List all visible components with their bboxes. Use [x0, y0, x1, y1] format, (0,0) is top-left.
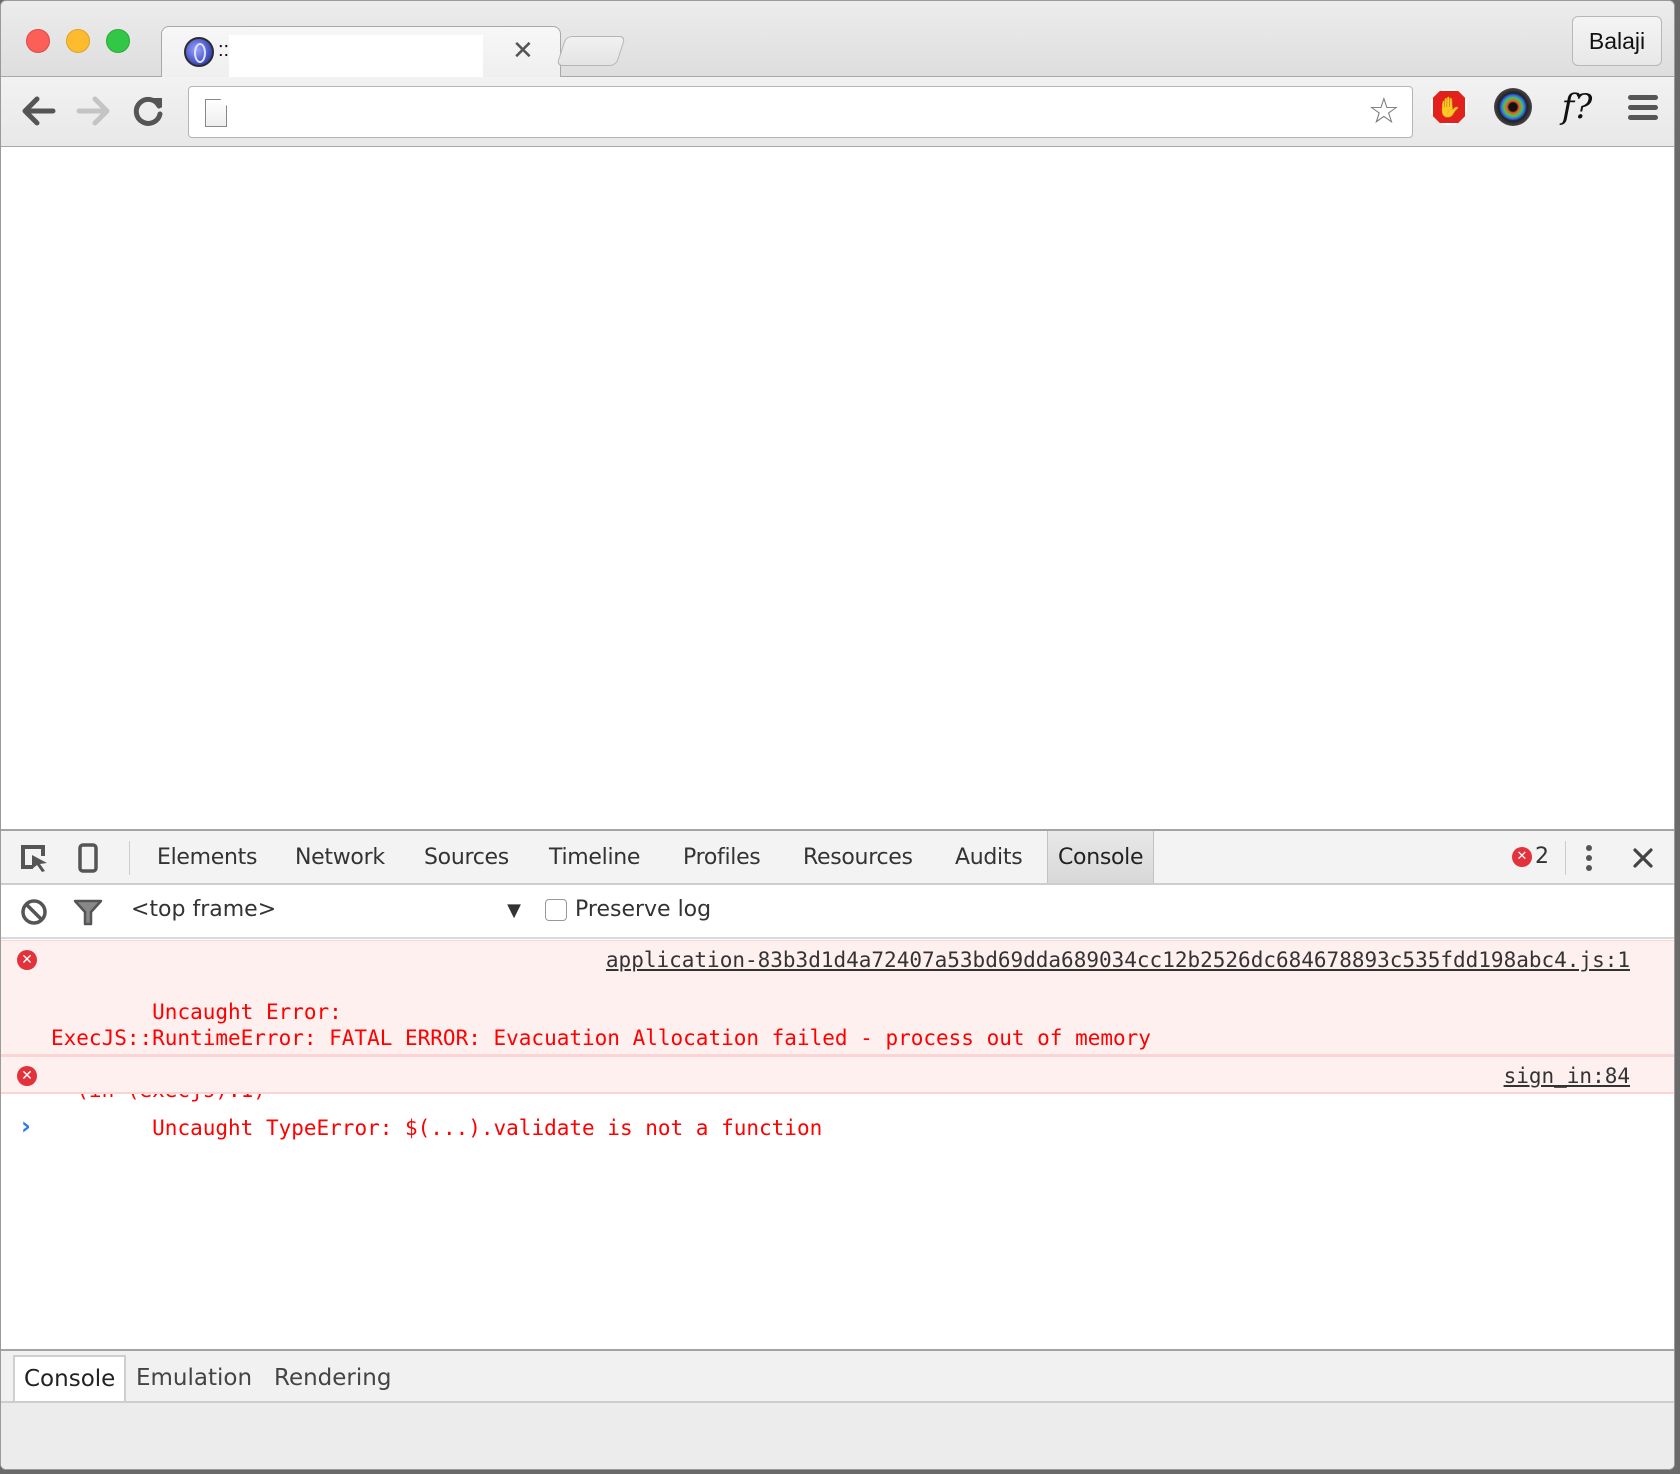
device-mode-button[interactable] — [71, 841, 105, 875]
devtools-close-button[interactable] — [1626, 841, 1660, 875]
arrow-right-icon — [76, 96, 110, 126]
tab-sources[interactable]: Sources — [414, 831, 519, 883]
frame-context-select[interactable]: <top frame> ▼ — [131, 897, 521, 922]
drawer-tab-bar: Console Emulation Rendering — [1, 1349, 1674, 1403]
hamburger-menu-icon — [1628, 94, 1658, 120]
drawer-tab-console[interactable]: Console — [13, 1355, 127, 1401]
clear-console-button[interactable] — [17, 895, 51, 929]
vertical-dots-icon — [1586, 845, 1592, 871]
profile-button[interactable]: Balaji — [1572, 16, 1662, 66]
inspect-element-button[interactable] — [17, 841, 51, 875]
clear-no-entry-icon — [21, 899, 47, 925]
browser-tab-active[interactable]: :: ✕ — [161, 26, 561, 78]
bookmark-star-icon[interactable]: ☆ — [1368, 93, 1400, 129]
tab-console[interactable]: Console — [1047, 831, 1155, 883]
window-maximize-button[interactable] — [106, 29, 130, 53]
chrome-menu-button[interactable] — [1623, 87, 1663, 127]
camera-lens-icon — [1494, 88, 1532, 126]
console-output: ✕ Uncaught Error: ExecJS::RuntimeError: … — [1, 940, 1674, 1348]
tab-title-redaction — [229, 35, 483, 77]
console-prompt-chevron-icon[interactable]: › — [21, 1112, 31, 1140]
mobile-device-icon — [78, 843, 98, 873]
drawer-tab-emulation[interactable]: Emulation — [127, 1355, 261, 1401]
tab-timeline[interactable]: Timeline — [539, 831, 650, 883]
reload-icon — [133, 96, 163, 126]
preserve-log-label: Preserve log — [575, 897, 712, 922]
preserve-log-checkbox[interactable] — [545, 898, 567, 921]
error-icon: ✕ — [1512, 846, 1532, 867]
drawer-tab-rendering[interactable]: Rendering — [265, 1355, 400, 1401]
window-minimize-button[interactable] — [66, 29, 90, 53]
page-content — [1, 148, 1674, 829]
reload-button[interactable] — [129, 91, 169, 131]
tab-network[interactable]: Network — [285, 831, 395, 883]
formula-icon: f? — [1561, 87, 1593, 127]
adblock-hand-icon: ✋ — [1431, 89, 1467, 125]
filter-button[interactable] — [71, 895, 105, 929]
title-bar: :: ✕ Balaji — [1, 1, 1674, 78]
back-button[interactable] — [19, 91, 59, 131]
funnel-filter-icon — [73, 899, 103, 926]
page-icon — [205, 99, 227, 127]
error-source-link[interactable]: application-83b3d1d4a72407a53bd69dda6890… — [606, 947, 1630, 973]
error-icon: ✕ — [17, 1066, 37, 1086]
formula-extension-button[interactable]: f? — [1557, 87, 1597, 127]
error-count: 2 — [1535, 844, 1549, 869]
devtools-panel: Elements Network Sources Timeline Profil… — [1, 829, 1674, 1469]
console-error-message: ✕ Uncaught Error: ExecJS::RuntimeError: … — [1, 940, 1674, 1102]
toolbar-divider — [129, 841, 130, 875]
console-error-message: ✕ Uncaught TypeError: $(...).validate is… — [1, 1056, 1674, 1140]
arrow-left-icon — [22, 96, 56, 126]
site-favicon-icon — [184, 37, 214, 67]
devtools-more-button[interactable] — [1572, 841, 1606, 875]
error-message-text: Uncaught TypeError: $(...).validate is n… — [152, 1116, 823, 1140]
adblock-extension-button[interactable]: ✋ — [1429, 87, 1469, 127]
toolbar-divider — [1565, 841, 1566, 875]
tab-title: :: — [218, 39, 230, 61]
dropdown-arrow-icon: ▼ — [507, 900, 521, 921]
drawer-body — [1, 1403, 1674, 1469]
tab-profiles[interactable]: Profiles — [673, 831, 770, 883]
frame-select-value: <top frame> — [131, 897, 277, 922]
address-bar[interactable]: ☆ — [188, 86, 1413, 138]
inspect-cursor-icon — [21, 845, 47, 872]
browser-toolbar: ☆ ✋ f? — [1, 77, 1674, 147]
tab-close-icon[interactable]: ✕ — [512, 35, 534, 66]
console-filter-bar: <top frame> ▼ Preserve log — [1, 885, 1674, 939]
tab-audits[interactable]: Audits — [945, 831, 1032, 883]
tab-elements[interactable]: Elements — [147, 831, 267, 883]
new-tab-button[interactable] — [556, 36, 626, 66]
tab-resources[interactable]: Resources — [793, 831, 923, 883]
forward-button[interactable] — [73, 91, 113, 131]
browser-window: :: ✕ Balaji ☆ ✋ f? Elements Network Sour… — [0, 0, 1675, 1470]
window-close-button[interactable] — [26, 29, 50, 53]
camera-extension-button[interactable] — [1493, 87, 1533, 127]
error-source-link[interactable]: sign_in:84 — [1504, 1063, 1630, 1089]
devtools-toolbar: Elements Network Sources Timeline Profil… — [1, 831, 1674, 885]
error-count-badge[interactable]: ✕ 2 — [1512, 844, 1549, 869]
preserve-log-toggle[interactable]: Preserve log — [545, 897, 711, 922]
close-icon — [1633, 848, 1653, 868]
error-icon: ✕ — [17, 950, 37, 970]
